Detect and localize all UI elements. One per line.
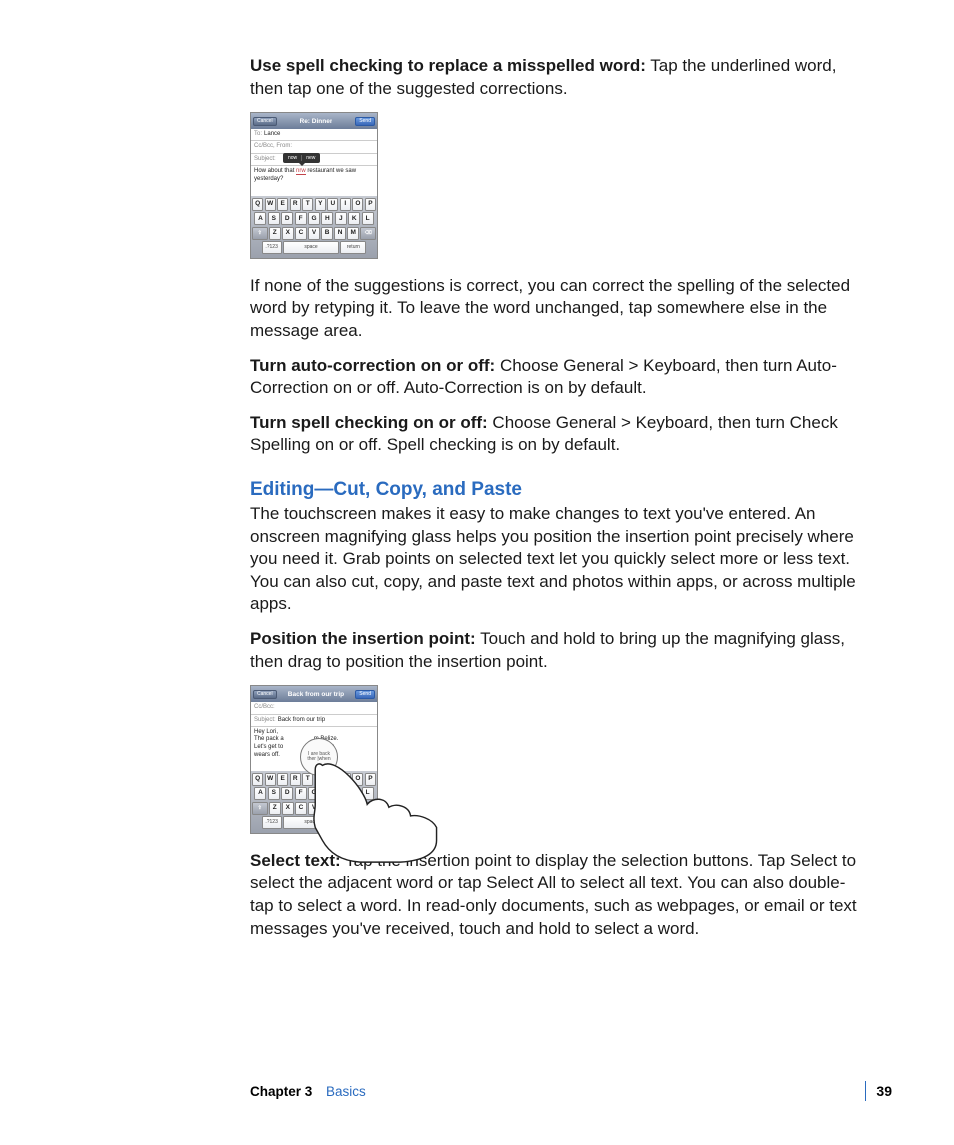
subject-value-2: Back from our trip xyxy=(278,717,325,724)
cc-field: Cc/Bcc, From: xyxy=(251,141,377,153)
space-key: space xyxy=(283,241,339,254)
cc-field-2: Cc/Bcc: xyxy=(251,702,377,714)
send-button: Send xyxy=(355,117,375,126)
chapter-name: Basics xyxy=(326,1084,366,1099)
auto-correction-instruction: Turn auto-correction on or off: Choose G… xyxy=(250,355,864,400)
key-q: Q xyxy=(252,773,263,786)
mail-compose-screenshot-1: Cancel Re: Dinner Send To: Lance Cc/Bcc,… xyxy=(250,112,378,259)
key-f: F xyxy=(295,212,307,225)
key-o: O xyxy=(352,198,363,211)
keyboard: QWERTYUIOP ASDFGHJKL ⇧ZXCVBNM⌫ .?123 spa… xyxy=(251,196,377,258)
position-instruction: Position the insertion point: Touch and … xyxy=(250,628,864,673)
return-key: return xyxy=(340,241,366,254)
footer-divider xyxy=(865,1081,866,1101)
footer-left: Chapter 3 Basics xyxy=(250,1084,366,1099)
key-i: I xyxy=(340,198,351,211)
key-a: A xyxy=(254,212,266,225)
to-label: To: xyxy=(254,131,262,138)
key-l: L xyxy=(362,212,374,225)
position-bold: Position the insertion point: xyxy=(250,629,476,648)
subject-label-2: Subject: xyxy=(254,717,276,724)
key-h: H xyxy=(321,212,333,225)
send-button-2: Send xyxy=(355,690,375,699)
key-x: X xyxy=(282,227,294,240)
nav-title: Re: Dinner xyxy=(300,118,333,125)
suggestion-now: now xyxy=(284,154,301,162)
footer-right: 39 xyxy=(865,1081,892,1101)
numbers-key-2: .?123 xyxy=(262,816,282,829)
cancel-button-2: Cancel xyxy=(253,690,277,699)
key-w: W xyxy=(265,198,276,211)
chapter-label: Chapter 3 xyxy=(250,1084,312,1099)
after-image-text: If none of the suggestions is correct, y… xyxy=(250,275,864,343)
key-e: E xyxy=(277,773,288,786)
key-s: S xyxy=(268,787,280,800)
key-m: M xyxy=(347,227,359,240)
message-body: How about that nrw restaurant we saw yes… xyxy=(251,166,377,196)
msg-before: How about that xyxy=(254,168,296,174)
cancel-button: Cancel xyxy=(253,117,277,126)
key-g: G xyxy=(308,212,320,225)
misspelled-word: nrw xyxy=(296,168,306,175)
nav-bar: Cancel Re: Dinner Send xyxy=(251,113,377,129)
editing-heading: Editing—Cut, Copy, and Paste xyxy=(250,479,864,501)
magnifier-screenshot-wrapper: Cancel Back from our trip Send Cc/Bcc: S… xyxy=(250,685,450,833)
subject-field-2: Subject: Back from our trip xyxy=(251,715,377,727)
key-e: E xyxy=(277,198,288,211)
key-d: D xyxy=(281,212,293,225)
shift-key: ⇧ xyxy=(252,227,268,240)
suggestion-new: new xyxy=(302,154,319,162)
key-s: S xyxy=(268,212,280,225)
key-c: C xyxy=(295,227,307,240)
nav-bar-2: Cancel Back from our trip Send xyxy=(251,686,377,702)
numbers-key: .?123 xyxy=(262,241,282,254)
key-w: W xyxy=(265,773,276,786)
key-r: R xyxy=(290,198,301,211)
spell-onoff-bold: Turn spell checking on or off: xyxy=(250,413,488,432)
key-b: B xyxy=(321,227,333,240)
page-footer: Chapter 3 Basics 39 xyxy=(250,1081,892,1101)
key-c: C xyxy=(295,802,307,815)
key-t: T xyxy=(302,198,313,211)
key-r: R xyxy=(290,773,301,786)
key-u: U xyxy=(327,198,338,211)
key-v: V xyxy=(308,227,320,240)
spell-check-bold: Use spell checking to replace a misspell… xyxy=(250,56,646,75)
key-n: N xyxy=(334,227,346,240)
key-d: D xyxy=(281,787,293,800)
page-number: 39 xyxy=(876,1083,892,1099)
key-j: J xyxy=(335,212,347,225)
key-z: Z xyxy=(269,227,281,240)
subject-label: Subject: xyxy=(254,156,276,163)
key-q: Q xyxy=(252,198,263,211)
auto-corr-bold: Turn auto-correction on or off: xyxy=(250,356,495,375)
spell-check-instruction: Use spell checking to replace a misspell… xyxy=(250,55,864,100)
key-f: F xyxy=(295,787,307,800)
spell-onoff-instruction: Turn spell checking on or off: Choose Ge… xyxy=(250,412,864,457)
delete-key: ⌫ xyxy=(360,227,376,240)
editing-paragraph: The touchscreen makes it easy to make ch… xyxy=(250,503,864,616)
subject-field: Subject: now new xyxy=(251,154,377,166)
key-z: Z xyxy=(269,802,281,815)
key-x: X xyxy=(282,802,294,815)
shift-key: ⇧ xyxy=(252,802,268,815)
to-field: To: Lance xyxy=(251,129,377,141)
key-k: K xyxy=(348,212,360,225)
to-value: Lance xyxy=(264,131,280,138)
body-line1: Hey Lori, xyxy=(254,729,374,737)
finger-illustration xyxy=(308,761,438,877)
nav-title-2: Back from our trip xyxy=(288,691,344,698)
suggestion-popover: now new xyxy=(283,153,320,163)
key-a: A xyxy=(254,787,266,800)
key-p: P xyxy=(365,198,376,211)
key-y: Y xyxy=(315,198,326,211)
